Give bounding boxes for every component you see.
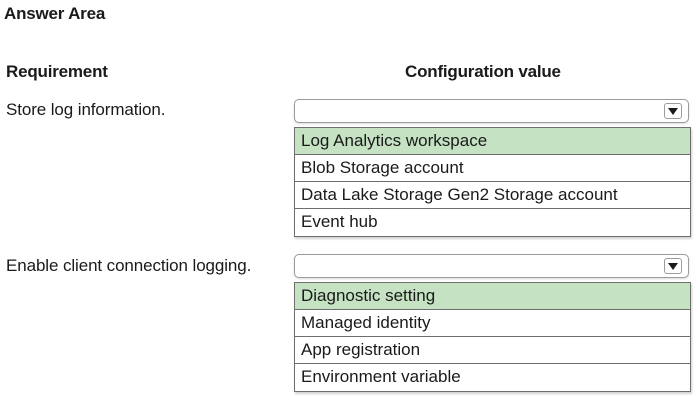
client-connection-options-list: Diagnostic setting Managed identity App …: [294, 282, 691, 392]
requirement-label-client-connection: Enable client connection logging.: [6, 256, 252, 275]
dropdown-arrow-button[interactable]: [664, 103, 682, 119]
requirement-label-store-log: Store log information.: [6, 100, 166, 119]
option-data-lake-storage-gen2[interactable]: Data Lake Storage Gen2 Storage account: [295, 182, 690, 209]
option-app-registration[interactable]: App registration: [295, 337, 690, 364]
store-log-dropdown[interactable]: [294, 99, 689, 123]
requirement-header: Requirement: [6, 62, 108, 81]
chevron-down-icon: [668, 263, 678, 270]
configuration-value-header: Configuration value: [405, 62, 561, 81]
chevron-down-icon: [668, 108, 678, 115]
option-environment-variable[interactable]: Environment variable: [295, 364, 690, 391]
option-diagnostic-setting[interactable]: Diagnostic setting: [295, 283, 690, 310]
option-event-hub[interactable]: Event hub: [295, 209, 690, 236]
option-managed-identity[interactable]: Managed identity: [295, 310, 690, 337]
client-connection-dropdown[interactable]: [294, 254, 689, 278]
option-blob-storage-account[interactable]: Blob Storage account: [295, 155, 690, 182]
dropdown-arrow-button[interactable]: [664, 258, 682, 274]
answer-area-title: Answer Area: [4, 4, 106, 23]
option-log-analytics-workspace[interactable]: Log Analytics workspace: [295, 128, 690, 155]
store-log-options-list: Log Analytics workspace Blob Storage acc…: [294, 127, 691, 237]
